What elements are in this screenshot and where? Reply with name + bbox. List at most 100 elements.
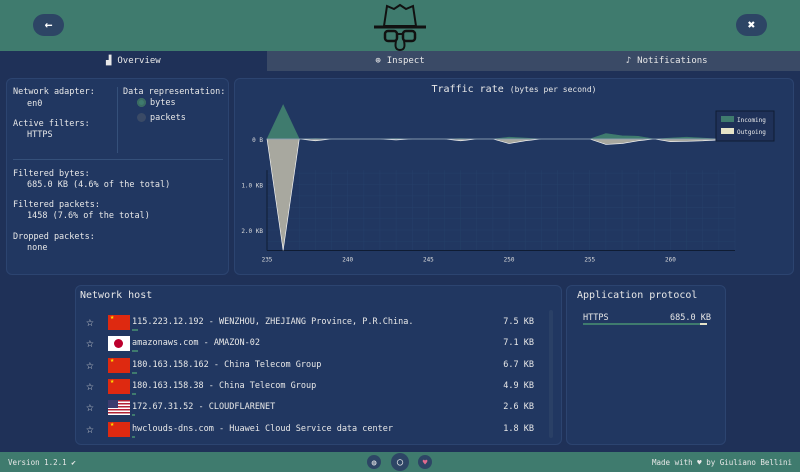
host-traffic-bar: [132, 435, 135, 438]
version-text: Version 1.2.1 ✔: [8, 458, 76, 467]
dropped-label: Dropped packets:: [13, 232, 95, 242]
x-tick-label: 250: [504, 256, 515, 263]
protocol-name: HTTPS: [583, 313, 609, 323]
host-value: 7.5 KB: [503, 317, 534, 327]
host-text: amazonaws.com - AMAZON-02: [132, 338, 260, 349]
host-row[interactable]: ☆ hwclouds-dns.com - Huawei Cloud Service…: [86, 420, 546, 441]
x-tick-label: 235: [262, 256, 273, 263]
host-text: 115.223.12.192 - WENZHOU, ZHEJIANG Provi…: [132, 317, 414, 327]
arrow-left-icon: ←: [44, 17, 53, 33]
x-tick-label: 255: [584, 256, 595, 263]
host-traffic-bar: [132, 371, 138, 374]
made-with-text: Made with ♥ by Giuliano Bellini: [652, 458, 792, 467]
host-row[interactable]: ☆ 115.223.12.192 - WENZHOU, ZHEJIANG Prov…: [86, 313, 546, 334]
host-row[interactable]: ☆ 180.163.158.38 - China Telecom Group 4.9…: [86, 377, 546, 398]
series-area-incoming: [266, 104, 735, 140]
star-icon[interactable]: ☆: [86, 422, 94, 437]
host-traffic-bar: [132, 392, 136, 395]
protocols-title: Application protocol: [577, 290, 698, 301]
flag-cn-icon: [108, 356, 130, 373]
filters-label: Active filters:: [13, 119, 90, 129]
host-text: 180.163.158.162 - China Telecom Group: [132, 359, 322, 370]
tab-notifications[interactable]: ♪ Notifications: [533, 51, 800, 71]
host-row[interactable]: ☆ amazonaws.com - AMAZON-02 7.1 KB: [86, 334, 546, 355]
legend-label: Incoming: [737, 117, 766, 124]
y-tick-label: 1.0 KB: [241, 183, 263, 190]
flag-jp-icon: [108, 336, 130, 352]
host-value: 7.1 KB: [503, 338, 534, 349]
divider: [13, 159, 223, 160]
traffic-chart: 0 B 1.0 KB 2.0 KB 235 240 245 250 255 260 Incomin…: [241, 104, 775, 263]
protocol-bar: [583, 323, 707, 325]
flag-cn-icon: [108, 420, 130, 437]
flag-cn-icon: [108, 313, 130, 330]
x-tick-label: 240: [342, 256, 353, 263]
host-value: 1.8 KB: [503, 423, 534, 434]
radio-selected-icon: [137, 98, 146, 107]
wrench-screwdriver-icon: ✖: [747, 17, 756, 33]
host-traffic-bar: [132, 329, 138, 331]
check-icon: ✔: [71, 458, 76, 467]
star-icon[interactable]: ☆: [86, 400, 94, 415]
divider: [117, 87, 118, 153]
host-row[interactable]: ☆ 172.67.31.52 - CLOUDFLARENET 2.6 KB: [86, 398, 546, 419]
network-host-panel: Network host ☆ 115.223.12.192 - WENZHOU, …: [75, 285, 562, 445]
radio-unselected-icon: [137, 113, 146, 122]
series-area-outgoing: [266, 138, 736, 251]
magnifier-icon: ⊕: [375, 56, 381, 66]
flag-cn-icon: [108, 377, 130, 394]
flag-us-icon: [108, 400, 130, 416]
host-text: 172.67.31.52 - CLOUDFLARENET: [132, 402, 276, 413]
x-tick-label: 245: [423, 256, 434, 263]
heart-icon: ♥: [422, 457, 428, 467]
website-button[interactable]: ◍: [367, 455, 381, 469]
traffic-chart-panel: Traffic rate (bytes per second) 0 B 1.0 K…: [234, 78, 794, 275]
y-tick-label: 2.0 KB: [241, 228, 263, 235]
host-traffic-bar: [132, 414, 135, 417]
legend: [715, 110, 775, 142]
repr-label: Data representation:: [123, 87, 226, 97]
bytes-label: Filtered bytes:: [13, 169, 90, 179]
settings-button[interactable]: ✖: [736, 14, 767, 36]
bell-icon: ♪: [625, 56, 632, 66]
tab-inspect[interactable]: ⊕ Inspect: [266, 51, 534, 71]
sponsor-button[interactable]: ♥: [418, 455, 432, 469]
host-text: hwclouds-dns.com - Huawei Cloud Service …: [132, 423, 393, 434]
protocol-value: 685.0 KB: [670, 313, 711, 323]
app-protocol-panel: Application protocol HTTPS 685.0 KB: [566, 285, 726, 445]
globe-icon: ◍: [371, 457, 377, 467]
adapter-value: en0: [27, 99, 43, 109]
tab-overview[interactable]: ▟ Overview: [0, 51, 267, 71]
chart-icon: ▟: [105, 56, 112, 66]
radio-bytes[interactable]: bytes: [137, 98, 176, 108]
host-value: 2.6 KB: [503, 402, 534, 413]
protocol-bar-incoming: [583, 323, 700, 325]
filters-value: HTTPS: [27, 130, 53, 140]
packets-value: 1458 (7.6% of the total): [27, 211, 150, 221]
hosts-title: Network host: [80, 290, 153, 301]
legend-label: Outgoing: [737, 129, 766, 136]
packets-label: Filtered packets:: [13, 200, 100, 210]
y-tick-label: 0 B: [252, 137, 263, 144]
adapter-label: Network adapter:: [13, 87, 95, 97]
tab-bar: ▟ Overview ⊕ Inspect ♪ Notifications: [0, 51, 800, 71]
star-icon[interactable]: ☆: [86, 336, 94, 351]
github-icon: ◯: [396, 456, 404, 468]
x-tick-label: 260: [665, 256, 676, 263]
host-text: 180.163.158.38 - China Telecom Group: [132, 380, 317, 391]
info-panel: Network adapter: en0 Active filters: HTT…: [6, 78, 229, 275]
legend-swatch: [721, 116, 734, 122]
scrollbar[interactable]: [549, 310, 553, 438]
sniffnet-logo: [374, 3, 426, 51]
host-value: 4.9 KB: [503, 380, 534, 391]
star-icon[interactable]: ☆: [86, 315, 94, 330]
legend-swatch: [721, 128, 734, 134]
radio-packets[interactable]: packets: [137, 113, 186, 123]
star-icon[interactable]: ☆: [86, 358, 94, 373]
star-icon[interactable]: ☆: [86, 379, 94, 394]
header: ← ✖: [0, 0, 800, 51]
footer: Version 1.2.1 ✔ ◍ ◯ ♥ Made with ♥ by Giu…: [0, 452, 800, 472]
host-row[interactable]: ☆ 180.163.158.162 - China Telecom Group 6.…: [86, 356, 546, 377]
back-button[interactable]: ←: [33, 14, 64, 36]
github-button[interactable]: ◯: [391, 453, 409, 471]
